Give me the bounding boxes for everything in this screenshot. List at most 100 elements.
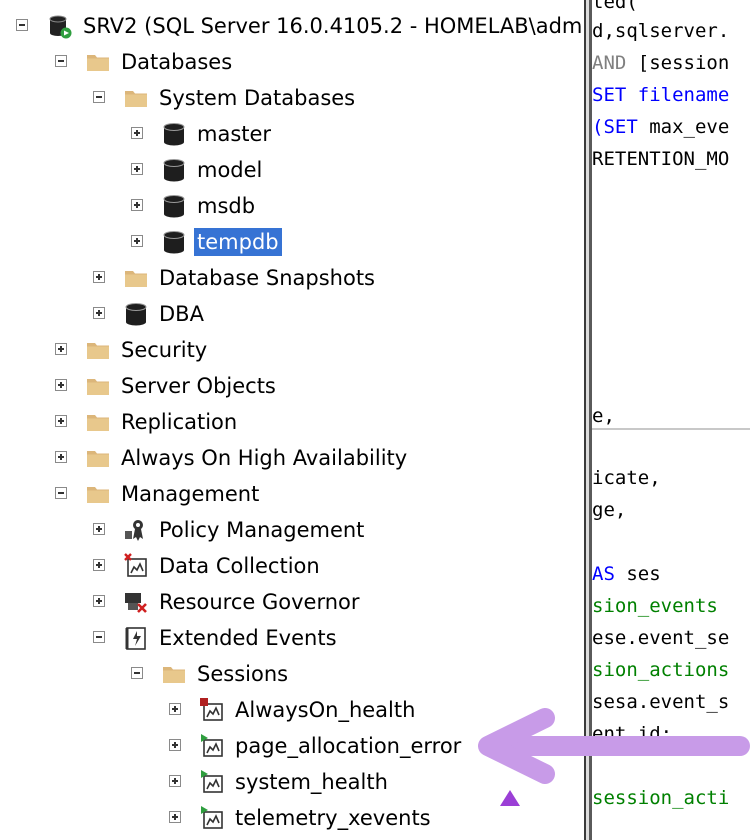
tree-node-label[interactable]: master bbox=[194, 120, 274, 148]
expand-toggle[interactable] bbox=[55, 451, 67, 463]
collapse-toggle[interactable] bbox=[93, 631, 105, 643]
tree-node-label[interactable]: Data Collection bbox=[156, 552, 323, 580]
code-line[interactable]: AND [session bbox=[592, 51, 729, 75]
editor-results-divider[interactable] bbox=[592, 428, 750, 430]
database-icon bbox=[123, 301, 149, 327]
code-line[interactable]: sion_events bbox=[592, 594, 718, 618]
tree-node-label[interactable]: Management bbox=[118, 480, 262, 508]
collapse-toggle[interactable] bbox=[16, 19, 28, 31]
session-running-icon bbox=[199, 769, 225, 795]
tree-node-system-health[interactable]: system_health bbox=[0, 764, 584, 800]
expand-toggle[interactable] bbox=[93, 271, 105, 283]
panel-splitter[interactable] bbox=[584, 0, 592, 840]
folder-icon bbox=[85, 409, 111, 435]
tree-node-master[interactable]: master bbox=[0, 116, 584, 152]
collapse-toggle[interactable] bbox=[93, 91, 105, 103]
code-line[interactable]: ted( bbox=[592, 0, 638, 14]
tree-node-page-allocation-error[interactable]: page_allocation_error bbox=[0, 728, 584, 764]
code-line[interactable]: SET filename bbox=[592, 83, 729, 107]
tree-node-security[interactable]: Security bbox=[0, 332, 584, 368]
expand-toggle[interactable] bbox=[131, 163, 143, 175]
tree-node-model[interactable]: model bbox=[0, 152, 584, 188]
expand-toggle[interactable] bbox=[55, 415, 67, 427]
tree-node-label[interactable]: System Databases bbox=[156, 84, 358, 112]
tree-node-label[interactable]: Resource Governor bbox=[156, 588, 363, 616]
tree-node-label[interactable]: Sessions bbox=[194, 660, 291, 688]
code-keyword: (SET bbox=[592, 116, 638, 138]
tree-node-label[interactable]: Security bbox=[118, 336, 210, 364]
tree-node-label[interactable]: model bbox=[194, 156, 265, 184]
tree-node-msdb[interactable]: msdb bbox=[0, 188, 584, 224]
expand-toggle[interactable] bbox=[169, 811, 181, 823]
tree-node-database-snapshots[interactable]: Database Snapshots bbox=[0, 260, 584, 296]
tree-node-server[interactable]: SRV2 (SQL Server 16.0.4105.2 - HOMELAB\a… bbox=[0, 8, 584, 44]
tree-node-always-on[interactable]: Always On High Availability bbox=[0, 440, 584, 476]
expand-toggle[interactable] bbox=[131, 127, 143, 139]
tree-node-telemetry-xevents[interactable]: telemetry_xevents bbox=[0, 800, 584, 836]
tree-node-label[interactable]: tempdb bbox=[194, 228, 282, 256]
tree-node-policy-management[interactable]: Policy Management bbox=[0, 512, 584, 548]
expand-toggle[interactable] bbox=[169, 739, 181, 751]
session-running-icon bbox=[199, 805, 225, 831]
tree-node-label[interactable]: Extended Events bbox=[156, 624, 340, 652]
tree-node-management[interactable]: Management bbox=[0, 476, 584, 512]
code-line[interactable]: RETENTION_MO bbox=[592, 147, 729, 171]
code-text: max_eve bbox=[637, 116, 730, 138]
expand-toggle[interactable] bbox=[169, 703, 181, 715]
tree-node-replication[interactable]: Replication bbox=[0, 404, 584, 440]
code-line[interactable]: d,sqlserver. bbox=[592, 19, 729, 43]
code-line[interactable]: (SET max_eve bbox=[592, 115, 729, 139]
tree-node-label[interactable]: AlwaysOn_health bbox=[232, 696, 418, 724]
tree-node-alwayson-health[interactable]: AlwaysOn_health bbox=[0, 692, 584, 728]
tree-node-sessions[interactable]: Sessions bbox=[0, 656, 584, 692]
tree-node-extended-events[interactable]: Extended Events bbox=[0, 620, 584, 656]
tree-node-data-collection[interactable]: Data Collection bbox=[0, 548, 584, 584]
tree-node-label[interactable]: SRV2 (SQL Server 16.0.4105.2 - HOMELAB\a… bbox=[80, 12, 584, 40]
expand-toggle[interactable] bbox=[131, 235, 143, 247]
code-line[interactable]: sesa.event_s bbox=[592, 690, 729, 714]
tree-node-label[interactable]: Databases bbox=[118, 48, 235, 76]
code-line[interactable]: session_acti bbox=[592, 786, 729, 810]
tree-node-label[interactable]: Server Objects bbox=[118, 372, 279, 400]
folder-icon bbox=[161, 661, 187, 687]
expand-toggle[interactable] bbox=[131, 199, 143, 211]
expand-toggle[interactable] bbox=[93, 559, 105, 571]
session-running-icon bbox=[199, 733, 225, 759]
tree-node-label[interactable]: Policy Management bbox=[156, 516, 367, 544]
expand-toggle[interactable] bbox=[93, 595, 105, 607]
tree-node-label[interactable]: telemetry_xevents bbox=[232, 804, 434, 832]
code-line[interactable]: ge, bbox=[592, 498, 626, 522]
tree-node-system-databases[interactable]: System Databases bbox=[0, 80, 584, 116]
tree-node-label[interactable]: Database Snapshots bbox=[156, 264, 378, 292]
code-line[interactable]: e, bbox=[592, 404, 615, 428]
query-editor[interactable]: ted( d,sqlserver. AND [session SET filename… bbox=[592, 0, 750, 840]
object-explorer[interactable]: SRV2 (SQL Server 16.0.4105.2 - HOMELAB\a… bbox=[0, 0, 584, 840]
code-line[interactable]: icate, bbox=[592, 466, 661, 490]
tree-node-label[interactable]: system_health bbox=[232, 768, 391, 796]
tree-node-tempdb[interactable]: tempdb bbox=[0, 224, 584, 260]
tree-node-server-objects[interactable]: Server Objects bbox=[0, 368, 584, 404]
tree-node-label[interactable]: DBA bbox=[156, 300, 207, 328]
tree-node-resource-governor[interactable]: Resource Governor bbox=[0, 584, 584, 620]
collapse-toggle[interactable] bbox=[131, 667, 143, 679]
expand-toggle[interactable] bbox=[169, 775, 181, 787]
code-line[interactable]: AS ses bbox=[592, 562, 661, 586]
code-line[interactable]: sion_actions bbox=[592, 658, 729, 682]
collapse-toggle[interactable] bbox=[55, 487, 67, 499]
tree-node-label[interactable]: Replication bbox=[118, 408, 240, 436]
tree-node-label[interactable]: Always On High Availability bbox=[118, 444, 410, 472]
expand-toggle[interactable] bbox=[55, 379, 67, 391]
tree-node-databases[interactable]: Databases bbox=[0, 44, 584, 80]
database-icon bbox=[161, 229, 187, 255]
expand-toggle[interactable] bbox=[93, 307, 105, 319]
tree-node-label[interactable]: msdb bbox=[194, 192, 258, 220]
code-line[interactable]: ese.event_se bbox=[592, 626, 729, 650]
expand-toggle[interactable] bbox=[55, 343, 67, 355]
code-line[interactable]: ent_id; bbox=[592, 722, 672, 746]
database-icon bbox=[161, 121, 187, 147]
server-icon bbox=[46, 13, 72, 39]
collapse-toggle[interactable] bbox=[55, 55, 67, 67]
tree-node-label[interactable]: page_allocation_error bbox=[232, 732, 464, 760]
expand-toggle[interactable] bbox=[93, 523, 105, 535]
tree-node-dba[interactable]: DBA bbox=[0, 296, 584, 332]
